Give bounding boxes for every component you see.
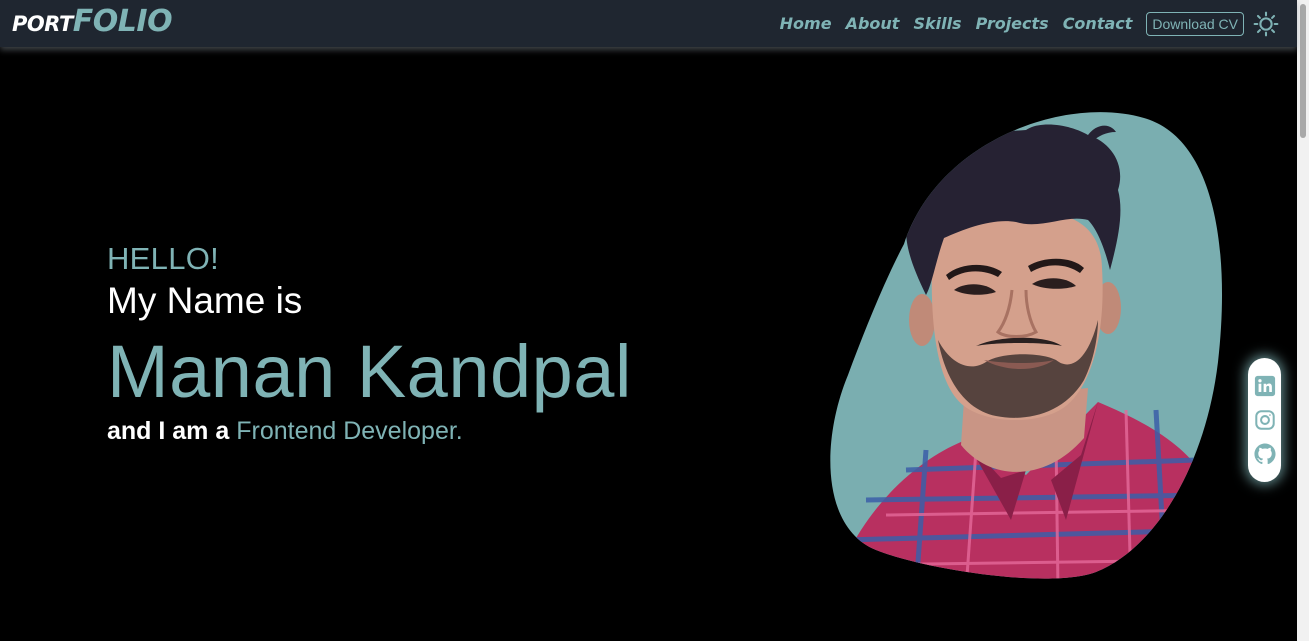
- scrollbar-thumb[interactable]: [1300, 4, 1306, 138]
- hero-intro: My Name is: [107, 280, 303, 321]
- hero-greeting: HELLO!: [107, 241, 220, 276]
- profile-portrait: [826, 110, 1226, 582]
- site-logo[interactable]: PORT FOLIO: [12, 4, 173, 42]
- download-cv-button[interactable]: Download CV: [1146, 11, 1244, 36]
- nav-projects[interactable]: Projects: [976, 14, 1049, 33]
- role-title: Frontend Developer.: [236, 417, 463, 445]
- logo-part-folio: FOLIO: [72, 4, 173, 39]
- instagram-link[interactable]: [1253, 408, 1277, 432]
- page-scrollbar[interactable]: [1297, 0, 1309, 641]
- instagram-icon: [1254, 410, 1275, 430]
- linkedin-icon: [1254, 375, 1275, 397]
- nav-skills[interactable]: Skills: [913, 14, 961, 33]
- nav-about[interactable]: About: [846, 14, 900, 33]
- github-icon: [1253, 443, 1276, 465]
- nav-links: Home About Skills Projects Contact Downl…: [780, 0, 1279, 47]
- navbar: PORT FOLIO Home About Skills Projects Co…: [0, 0, 1297, 47]
- github-link[interactable]: [1253, 442, 1277, 466]
- linkedin-link[interactable]: [1253, 374, 1277, 398]
- hero-name: Manan Kandpal: [107, 330, 632, 413]
- gear-icon: [1253, 11, 1279, 36]
- logo-part-port: PORT: [12, 12, 73, 36]
- social-links-bar: [1248, 358, 1281, 482]
- hero-text: HELLO! My Name is Manan Kandpal and I am…: [107, 240, 632, 448]
- role-lead: and I am a: [107, 417, 237, 445]
- nav-contact[interactable]: Contact: [1063, 14, 1133, 33]
- hero-role-line: and I am a Frontend Developer.: [107, 414, 632, 448]
- theme-toggle[interactable]: [1253, 11, 1279, 37]
- portrait-image: [830, 112, 1223, 579]
- nav-home[interactable]: Home: [780, 14, 832, 33]
